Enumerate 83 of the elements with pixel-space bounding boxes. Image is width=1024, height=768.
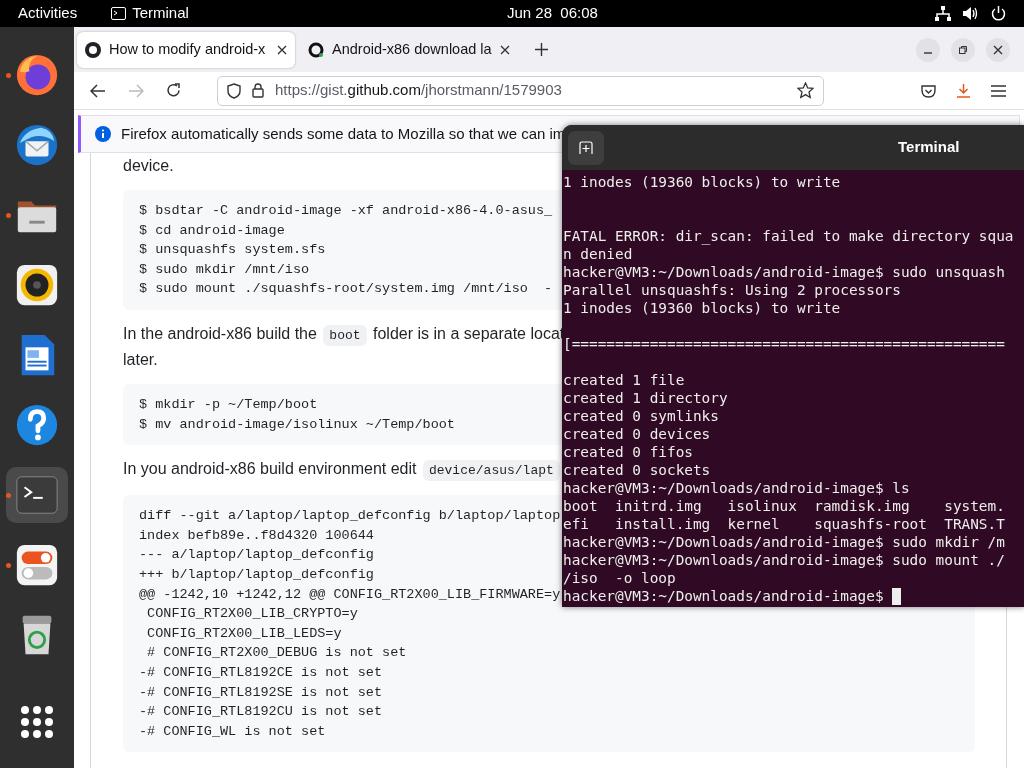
app-grid-icon: [20, 705, 54, 739]
download-icon[interactable]: [956, 83, 971, 98]
browser-tab[interactable]: How to modify android-x: [77, 31, 295, 68]
minimize-icon: [923, 51, 933, 54]
close-icon[interactable]: [277, 44, 287, 55]
terminal-line: n denied: [563, 245, 633, 263]
terminal-line: Parallel unsquashfs: Using 2 processors: [563, 281, 901, 299]
terminal-line: created 0 devices: [563, 425, 711, 443]
code-line: --- a/laptop/laptop_defconfig: [139, 546, 374, 565]
info-icon: [95, 126, 111, 142]
volume-icon[interactable]: [963, 6, 979, 21]
new-tab-button[interactable]: [568, 130, 604, 165]
terminal-line: hacker@VM3:~/Downloads/android-image$ sudo mkdir /m: [563, 533, 1005, 551]
restore-icon: [958, 44, 968, 55]
activities-button[interactable]: Activities: [18, 2, 78, 25]
address-field[interactable]: https://gist.github.com/jhorstmann/1579903: [217, 75, 824, 106]
shield-icon[interactable]: [227, 82, 241, 99]
paragraph: In the android-x86 build the boot folder is in a separate locat later.: [123, 323, 565, 370]
terminal-line: created 0 sockets: [563, 461, 711, 479]
code-line: CONFIG_RT2X00_LIB_CRYPTO=y: [146, 605, 358, 624]
paragraph: In you android-x86 build environment edit device/asus/lapt: [123, 457, 562, 484]
terminal-line: FATAL ERROR: dir_scan: failed to make directory squa: [563, 227, 1014, 245]
close-icon[interactable]: [500, 44, 510, 55]
terminal-line: created 0 symlinks: [563, 407, 719, 425]
code-line: -# CONFIG_RTL8192CE is not set: [139, 663, 383, 682]
close-button[interactable]: [986, 37, 1010, 62]
plus-icon[interactable]: [535, 43, 548, 56]
reload-icon[interactable]: [166, 83, 181, 98]
terminal-line: efi install.img kernel squashfs-root TRANS.T: [563, 515, 1005, 533]
code-line: -# CONFIG_RTL8192CU is not set: [139, 703, 383, 722]
code-line: -# CONFIG_RTL8192SE is not set: [139, 683, 383, 702]
terminal-line: created 1 directory: [563, 389, 728, 407]
pocket-icon[interactable]: [921, 83, 936, 98]
star-icon[interactable]: [797, 82, 814, 99]
terminal-line: /iso -o loop: [563, 569, 676, 587]
terminal-icon: [111, 7, 127, 20]
terminal-line: hacker@VM3:~/Downloads/android-image$ ls: [563, 479, 910, 497]
new-tab-icon: [579, 140, 593, 155]
clock[interactable]: Jun 28 06:08: [507, 2, 598, 25]
code-line: @@ -1242,10 +1242,12 @@ CONFIG_RT2X00_LIB_FIRMWARE=y: [139, 585, 561, 604]
terminal-line: boot initrd.img isolinux ramdisk.img system.: [563, 497, 1005, 515]
code-line: -# CONFIG_WL is not set: [139, 722, 326, 741]
envelope-bird-icon: [14, 122, 60, 168]
url-text: https://gist.github.com/jhorstmann/1579903: [275, 80, 562, 101]
paragraph: device.: [123, 156, 174, 176]
code-line: +++ b/laptop/laptop_defconfig: [139, 565, 374, 584]
code-line: $ bsdtar -C android-image -xf android-x86-4.0-asus_: [139, 202, 553, 220]
terminal-line: created 0 fifos: [563, 443, 693, 461]
window-title: Terminal: [898, 137, 960, 158]
code-line: diff --git a/laptop/laptop_defconfig b/laptop/laptop: [139, 507, 561, 526]
tab-title: Android-x86 download la: [332, 39, 492, 59]
terminal-line: [==================================================: [563, 335, 1005, 353]
browser-tab[interactable]: Android-x86 download la: [300, 31, 518, 68]
terminal-line: hacker@VM3:~/Downloads/android-image$ sudo mount ./: [563, 551, 1005, 569]
code-line: # CONFIG_RT2X00_DEBUG is not set: [146, 644, 407, 663]
code-line: $ mv android-image/isolinux ~/Temp/boot: [139, 415, 455, 434]
terminal-line: hacker@VM3:~/Downloads/android-image$ sudo unsquash: [563, 263, 1005, 281]
app-menu[interactable]: Terminal: [132, 2, 189, 25]
toggle-switches-icon: [14, 542, 60, 588]
terminal-line: created 1 file: [563, 371, 685, 389]
back-icon[interactable]: [90, 83, 106, 98]
terminal-line: hacker@VM3:~/Downloads/android-image$: [563, 587, 885, 605]
code-line: $ cd android-image: [139, 221, 285, 240]
tab-title: How to modify android-x: [109, 39, 267, 59]
terminal-line: 1 inodes (19360 blocks) to write: [563, 173, 841, 191]
code-line: index befb89e..f8d4320 100644: [139, 526, 374, 545]
terminal-line: 1 inodes (19360 blocks) to write: [563, 299, 841, 317]
help-icon: [14, 402, 60, 448]
menu-icon[interactable]: [991, 84, 1006, 97]
speaker-icon: [14, 262, 60, 308]
code-line: $ sudo mount ./squashfs-root/system.img /mnt/iso -: [139, 280, 553, 299]
power-icon[interactable]: [991, 6, 1006, 21]
lock-icon[interactable]: [252, 83, 264, 98]
code-line: $ sudo mkdir /mnt/iso: [139, 260, 310, 279]
ring-icon: [308, 41, 324, 58]
code-line: CONFIG_RT2X00_LIB_LEDS=y: [146, 624, 342, 643]
network-icon[interactable]: [935, 6, 951, 21]
close-icon: [993, 44, 1003, 55]
minimize-button[interactable]: [916, 37, 940, 62]
code-line: $ unsquashfs system.sfs: [139, 241, 326, 260]
code-line: $ mkdir -p ~/Temp/boot: [139, 395, 318, 414]
fox-globe-icon: [14, 52, 60, 98]
restore-button[interactable]: [951, 37, 975, 62]
